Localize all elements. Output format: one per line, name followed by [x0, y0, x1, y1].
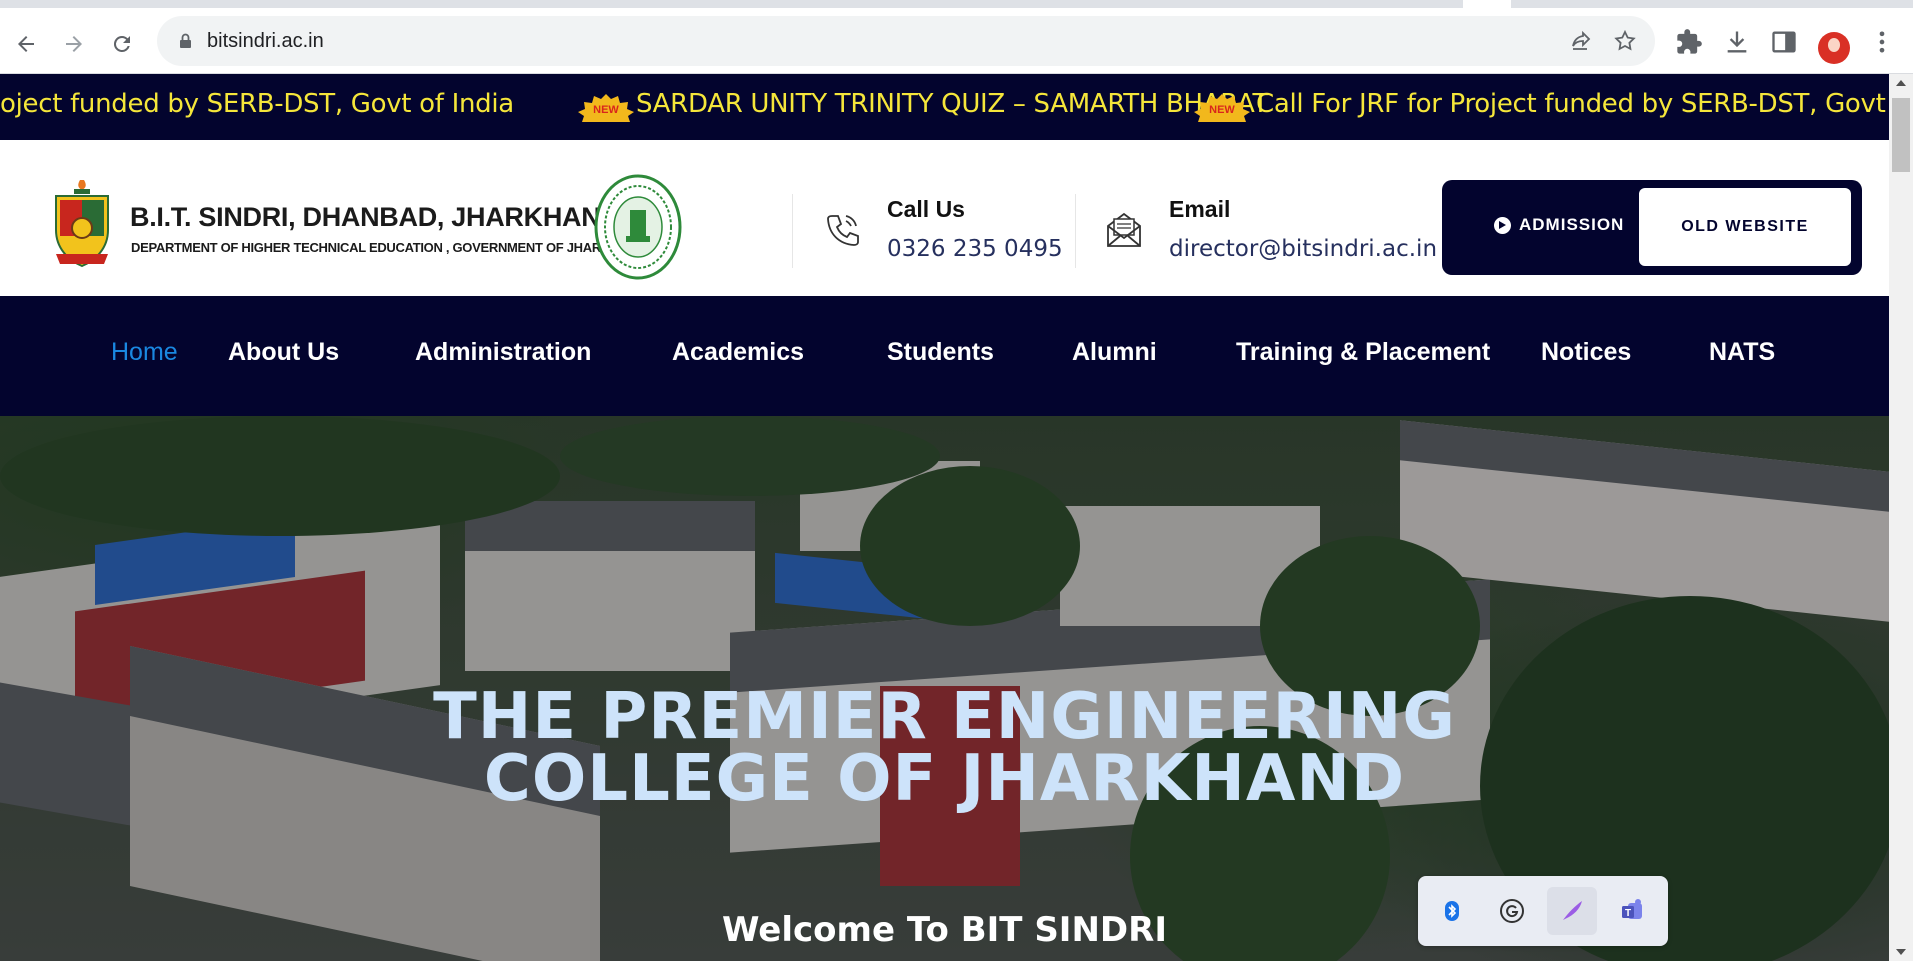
- active-tab-edge[interactable]: [1463, 0, 1511, 8]
- nav-notices[interactable]: Notices: [1541, 338, 1631, 367]
- college-crest-logo[interactable]: [50, 178, 114, 272]
- nav-alumni[interactable]: Alumni: [1072, 338, 1157, 367]
- hero-title-line2: COLLEGE OF JHARKHAND: [483, 742, 1406, 816]
- hero-title-line1: THE PREMIER ENGINEERING: [433, 680, 1456, 754]
- divider: [792, 194, 793, 268]
- browser-toolbar: bitsindri.ac.in: [0, 8, 1913, 74]
- page-scrollbar[interactable]: [1889, 74, 1913, 961]
- main-nav: Home About Us Administration Academics S…: [0, 296, 1889, 416]
- reload-icon[interactable]: [104, 26, 140, 62]
- new-badge-icon: NEW: [578, 94, 634, 122]
- admission-label: ADMISSION: [1519, 215, 1625, 234]
- nav-about-us[interactable]: About Us: [228, 338, 339, 367]
- teams-icon[interactable]: T: [1607, 887, 1657, 935]
- svg-text:NEW: NEW: [593, 104, 619, 116]
- address-bar[interactable]: bitsindri.ac.in: [157, 16, 1655, 66]
- bluetooth-icon[interactable]: [1427, 887, 1477, 935]
- nav-training-placement[interactable]: Training & Placement: [1236, 338, 1490, 367]
- call-us-title: Call Us: [887, 196, 965, 222]
- ticker-item[interactable]: oject funded by SERB-DST, Govt of India: [0, 89, 514, 119]
- profile-avatar[interactable]: [1818, 32, 1850, 64]
- scroll-thumb[interactable]: [1892, 98, 1910, 172]
- institute-name: B.I.T. SINDRI, DHANBAD, JHARKHAND: [130, 202, 620, 232]
- institute-subtitle: DEPARTMENT OF HIGHER TECHNICAL EDUCATION…: [131, 240, 647, 255]
- back-icon[interactable]: [8, 26, 44, 62]
- sidepanel-icon[interactable]: [1770, 28, 1798, 56]
- cta-box: ADMISSION OLD WEBSITE: [1442, 180, 1862, 275]
- email-title: Email: [1169, 196, 1231, 222]
- star-icon[interactable]: [1613, 29, 1637, 53]
- web-page: oject funded by SERB-DST, Govt of India …: [0, 74, 1889, 961]
- svg-text:NEW: NEW: [1209, 104, 1235, 116]
- new-badge-icon: NEW: [1194, 94, 1250, 122]
- url-text[interactable]: bitsindri.ac.in: [207, 30, 324, 53]
- news-ticker: oject funded by SERB-DST, Govt of India …: [0, 74, 1889, 140]
- divider: [1075, 194, 1076, 268]
- scroll-down-icon[interactable]: [1896, 949, 1906, 955]
- svg-text:T: T: [1625, 908, 1631, 919]
- nav-academics[interactable]: Academics: [672, 338, 804, 367]
- email-icon: [1107, 212, 1141, 247]
- nav-students[interactable]: Students: [887, 338, 994, 367]
- lock-icon[interactable]: [179, 33, 192, 49]
- quill-icon[interactable]: [1547, 887, 1597, 935]
- nav-nats[interactable]: NATS: [1709, 338, 1775, 367]
- nav-home[interactable]: Home: [111, 338, 178, 367]
- menu-icon[interactable]: [1868, 28, 1896, 56]
- download-icon[interactable]: [1723, 28, 1751, 56]
- grammarly-icon[interactable]: [1487, 887, 1537, 935]
- ticker-item[interactable]: SARDAR UNITY TRINITY QUIZ – SAMARTH BHAR…: [636, 89, 1268, 119]
- phone-icon: [827, 215, 859, 246]
- site-header: B.I.T. SINDRI, DHANBAD, JHARKHAND DEPART…: [0, 140, 1889, 296]
- phone-number-link[interactable]: 0326 235 0495: [887, 236, 1063, 262]
- extension-toolbar-popup: T: [1418, 876, 1668, 946]
- tab-strip: [0, 0, 1913, 8]
- email-address-link[interactable]: director@bitsindri.ac.in: [1169, 236, 1437, 262]
- scroll-up-icon[interactable]: [1896, 80, 1906, 86]
- arrow-circle-icon: [1494, 216, 1511, 234]
- jharkhand-govt-seal-logo: [594, 174, 682, 280]
- ticker-item[interactable]: Call For JRF for Project funded by SERB-…: [1256, 89, 1889, 119]
- nav-administration[interactable]: Administration: [415, 338, 591, 367]
- share-icon[interactable]: [1569, 29, 1593, 53]
- extensions-icon[interactable]: [1675, 28, 1703, 56]
- forward-icon[interactable]: [56, 26, 92, 62]
- old-website-button[interactable]: OLD WEBSITE: [1639, 188, 1851, 266]
- admission-button[interactable]: ADMISSION: [1494, 215, 1624, 235]
- inactive-tab-area[interactable]: [0, 0, 1463, 8]
